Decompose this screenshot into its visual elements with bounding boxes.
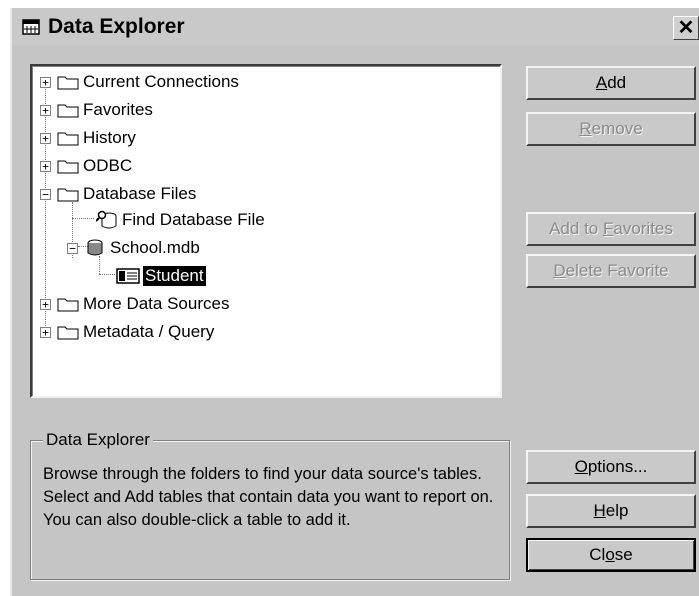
- tree-node-label: School.mdb: [110, 238, 200, 257]
- table-icon: [116, 268, 140, 284]
- folder-icon: [57, 298, 79, 312]
- collapse-icon[interactable]: −: [67, 242, 78, 254]
- folder-icon: [57, 160, 79, 174]
- window-title: Data Explorer: [48, 15, 185, 38]
- close-window-button[interactable]: ✕: [673, 16, 699, 40]
- tree-node-student[interactable]: Student: [116, 264, 206, 288]
- tree-node-label: Database Files: [83, 184, 197, 203]
- data-source-tree[interactable]: + Current Connections + Favorites + Hist…: [30, 64, 502, 398]
- tree-node-label-selected: Student: [143, 266, 206, 286]
- data-explorer-window: Data Explorer ✕ + Current Connections + …: [10, 8, 699, 596]
- tree-node-label: Find Database File: [122, 210, 265, 229]
- expand-icon[interactable]: +: [40, 160, 51, 172]
- tree-node-metadata-query[interactable]: + Metadata / Query: [40, 320, 214, 344]
- expand-icon[interactable]: +: [40, 76, 51, 88]
- tree-node-favorites[interactable]: + Favorites: [40, 98, 153, 122]
- folder-icon: [57, 76, 79, 90]
- tree-node-history[interactable]: + History: [40, 126, 136, 150]
- tree-node-current-connections[interactable]: + Current Connections: [40, 70, 239, 94]
- database-icon: [87, 239, 103, 256]
- tree-node-label: Favorites: [83, 100, 153, 119]
- tree-node-label: History: [83, 128, 136, 147]
- info-description: Browse through the folders to find your …: [43, 465, 494, 529]
- tree-node-odbc[interactable]: + ODBC: [40, 154, 132, 178]
- add-button[interactable]: Add: [526, 66, 696, 100]
- delete-favorite-button[interactable]: Delete Favorite: [526, 254, 696, 288]
- tree-node-more-data-sources[interactable]: + More Data Sources: [40, 292, 229, 316]
- expand-icon[interactable]: +: [40, 326, 51, 338]
- expand-icon[interactable]: +: [40, 104, 51, 116]
- tree-node-school-mdb[interactable]: − School.mdb: [67, 236, 200, 260]
- tree-node-label: Current Connections: [83, 72, 239, 91]
- remove-button[interactable]: Remove: [526, 112, 696, 146]
- tree-connector: [72, 218, 94, 219]
- title-bar: Data Explorer ✕: [12, 8, 699, 46]
- tree-node-find-database-file[interactable]: Find Database File: [96, 208, 265, 232]
- find-database-icon: [96, 210, 117, 229]
- folder-icon: [57, 326, 79, 340]
- expand-icon[interactable]: +: [40, 298, 51, 310]
- help-button[interactable]: Help: [526, 494, 696, 528]
- add-to-favorites-button[interactable]: Add to Favorites: [526, 212, 696, 246]
- info-group-label: Data Explorer: [43, 430, 153, 450]
- tree-node-database-files[interactable]: − Database Files: [40, 182, 196, 206]
- tree-node-label: ODBC: [83, 156, 133, 175]
- data-explorer-icon: [22, 19, 40, 35]
- options-button[interactable]: Options...: [526, 450, 696, 484]
- tree-node-label: More Data Sources: [83, 294, 230, 313]
- tree-node-label: Metadata / Query: [83, 322, 215, 341]
- folder-icon: [57, 104, 79, 118]
- tree-connector: [99, 274, 115, 275]
- close-button[interactable]: Close: [526, 538, 696, 572]
- expand-icon[interactable]: +: [40, 132, 51, 144]
- folder-icon: [57, 132, 79, 146]
- folder-icon: [57, 188, 79, 202]
- collapse-icon[interactable]: −: [40, 188, 51, 200]
- info-groupbox: Data Explorer Browse through the folders…: [30, 430, 510, 580]
- close-icon: ✕: [677, 17, 695, 39]
